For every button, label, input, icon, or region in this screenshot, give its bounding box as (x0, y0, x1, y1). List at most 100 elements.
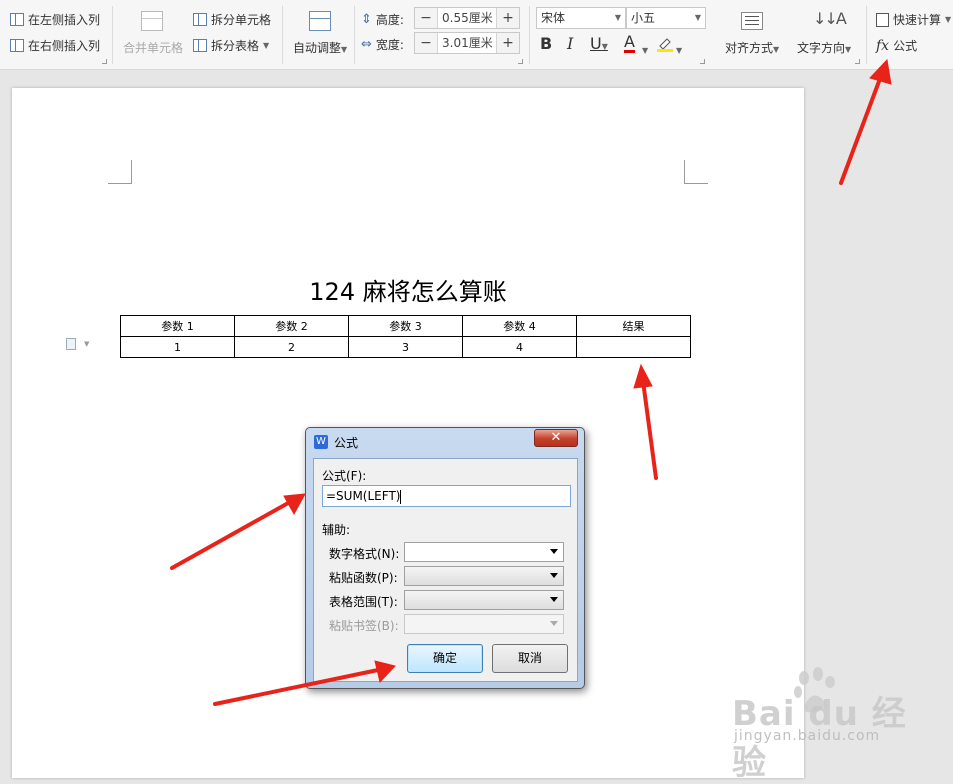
result-cell[interactable] (576, 336, 691, 358)
chevron-down-icon (550, 573, 558, 578)
split-table-button[interactable]: 拆分表格 ▼ (193, 37, 269, 54)
group-expander[interactable] (518, 59, 523, 64)
chevron-down-icon: ▼ (845, 45, 852, 54)
formula-input[interactable]: =SUM(LEFT) (322, 485, 571, 507)
text-caret (400, 489, 402, 504)
margin-corner-mark (108, 160, 132, 184)
row-height-icon: ⇕ (361, 12, 372, 27)
document-title[interactable]: 124 麻将怎么算账 (12, 272, 804, 307)
paste-bookmark-label: 粘贴书签(B): (329, 619, 399, 633)
insert-right-column-button[interactable]: 在右侧插入列 (10, 37, 100, 54)
arrow-to-formula-button (839, 74, 883, 185)
ribbon-toolbar: 在左侧插入列 在右侧插入列 合并单元格 拆分单元格 拆分表格 ▼ 自动调整▼ ⇕… (0, 0, 953, 70)
group-expander[interactable] (855, 59, 860, 64)
decrease-width-button[interactable]: − (415, 33, 437, 53)
highlight-button[interactable] (657, 36, 673, 52)
table-range-select[interactable] (404, 590, 564, 610)
table-header-row: 参数 1 参数 2 参数 3 参数 4 结果 (120, 315, 691, 337)
increase-width-button[interactable]: + (497, 33, 519, 53)
group-divider (529, 6, 530, 64)
decrease-height-button[interactable]: − (415, 8, 437, 28)
paste-function-select[interactable] (404, 566, 564, 586)
formula-button[interactable]: fx 公式 (876, 37, 917, 54)
chevron-down-icon: ▼ (263, 41, 270, 50)
align-icon (741, 12, 763, 30)
group-divider (282, 6, 283, 64)
chevron-down-icon: ▼ (694, 13, 701, 22)
table-cell[interactable]: 3 (348, 336, 463, 358)
table-handle-icon[interactable] (66, 338, 76, 350)
table-row: 1 2 3 4 (120, 336, 691, 358)
col-width-stepper[interactable]: − 3.01厘米 + (414, 32, 520, 54)
cancel-button[interactable]: 取消 (492, 644, 568, 673)
auto-fit-button[interactable]: 自动调整▼ (293, 39, 347, 56)
fx-icon: fx (876, 37, 890, 54)
row-height-label: ⇕ 高度: (361, 12, 404, 27)
table-header-cell[interactable]: 参数 4 (462, 315, 577, 337)
chevron-down-icon[interactable]: ▼ (84, 340, 89, 348)
align-button[interactable]: 对齐方式▼ (725, 39, 779, 56)
split-cells-icon (193, 13, 207, 26)
merge-cells-button[interactable]: 合并单元格 (123, 39, 183, 56)
margin-corner-mark (684, 160, 708, 184)
table-cell[interactable]: 2 (234, 336, 349, 358)
group-expander[interactable] (102, 59, 107, 64)
font-name-select[interactable]: 宋体 ▼ (536, 7, 626, 29)
col-width-value[interactable]: 3.01厘米 (437, 33, 497, 53)
chevron-down-icon[interactable]: ▼ (642, 38, 648, 57)
text-direction-button[interactable]: 文字方向▼ (797, 39, 851, 56)
chevron-down-icon[interactable]: ▼ (676, 38, 682, 57)
table-header-cell[interactable]: 参数 3 (348, 315, 463, 337)
formula-label: 公式(F): (322, 469, 367, 483)
chevron-down-icon: ▼ (601, 42, 608, 51)
table-cell[interactable]: 1 (120, 336, 235, 358)
auto-fit-icon (309, 11, 331, 31)
close-button[interactable]: ✕ (534, 429, 578, 447)
group-expander[interactable] (700, 59, 705, 64)
highlighter-icon (657, 38, 673, 52)
row-height-stepper[interactable]: − 0.55厘米 + (414, 7, 520, 29)
ok-button[interactable]: 确定 (407, 644, 483, 673)
table-header-cell[interactable]: 结果 (576, 315, 691, 337)
chevron-down-icon (550, 549, 558, 554)
increase-height-button[interactable]: + (497, 8, 519, 28)
paste-bookmark-select (404, 614, 564, 634)
number-format-select[interactable] (404, 542, 564, 562)
table-header-cell[interactable]: 参数 1 (120, 315, 235, 337)
font-size-select[interactable]: 小五 ▼ (626, 7, 706, 29)
italic-button[interactable]: I (567, 34, 573, 53)
data-table[interactable]: 参数 1 参数 2 参数 3 参数 4 结果 1 2 3 4 (120, 315, 691, 358)
dialog-title: 公式 (334, 436, 359, 450)
group-divider (112, 6, 113, 64)
merge-cells-icon (141, 11, 163, 31)
col-width-label: ⇔ 宽度: (361, 37, 404, 52)
split-table-icon (193, 39, 207, 52)
chevron-down-icon: ▼ (773, 45, 780, 54)
chevron-down-icon: ▼ (614, 13, 621, 22)
calculator-icon (876, 12, 889, 27)
paste-function-label: 粘贴函数(P): (329, 571, 398, 585)
quick-calc-button[interactable]: 快速计算 ▼ (876, 11, 951, 28)
table-cell[interactable]: 4 (462, 336, 577, 358)
number-format-label: 数字格式(N): (329, 547, 400, 561)
insert-column-left-icon (10, 13, 24, 26)
watermark-url: jingyan.baidu.com (734, 728, 881, 744)
chevron-down-icon (550, 621, 558, 626)
dialog-body: 公式(F): =SUM(LEFT) 辅助: 数字格式(N): 粘贴函数(P): … (313, 458, 578, 682)
text-direction-icon: ↓↓A (813, 9, 847, 28)
font-color-button[interactable]: A (624, 34, 635, 53)
formula-dialog[interactable]: W 公式 ✕ 公式(F): =SUM(LEFT) 辅助: 数字格式(N): 粘贴… (305, 427, 585, 689)
table-range-label: 表格范围(T): (329, 595, 398, 609)
bold-button[interactable]: B (540, 34, 552, 53)
split-cells-button[interactable]: 拆分单元格 (193, 11, 271, 28)
row-height-value[interactable]: 0.55厘米 (437, 8, 497, 28)
chevron-down-icon: ▼ (341, 45, 348, 54)
helper-label: 辅助: (322, 523, 351, 537)
group-divider (866, 6, 867, 64)
wps-logo-icon: W (314, 435, 328, 449)
chevron-down-icon: ▼ (945, 15, 952, 24)
group-divider (354, 6, 355, 64)
table-header-cell[interactable]: 参数 2 (234, 315, 349, 337)
insert-left-column-button[interactable]: 在左侧插入列 (10, 11, 100, 28)
underline-button[interactable]: U▼ (590, 34, 608, 53)
